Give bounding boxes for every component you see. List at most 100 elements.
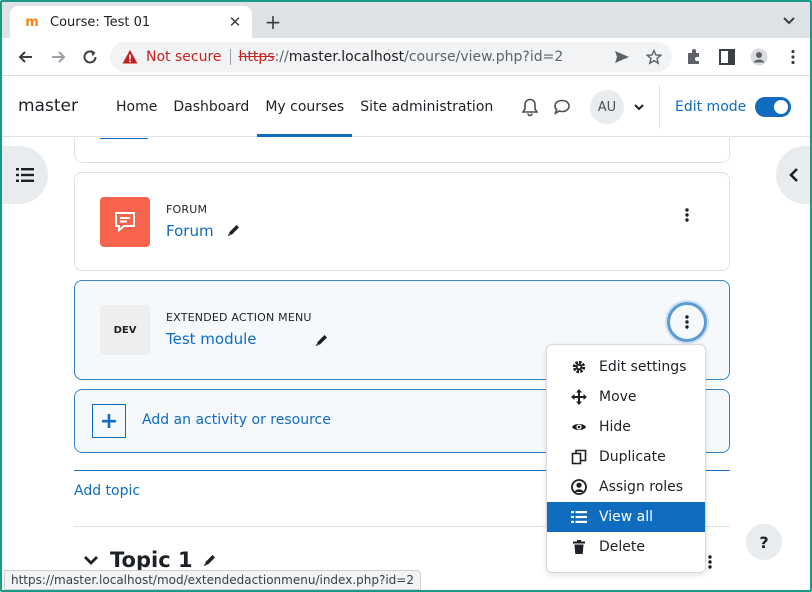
list-icon [16,168,34,182]
collapse-chevron-icon[interactable] [84,555,98,565]
menu-item-label: Move [599,389,637,405]
topic-title: Topic 1 [110,548,193,572]
plus-icon: + [92,404,126,438]
reload-button[interactable] [80,47,100,67]
user-circle-icon [571,479,587,495]
url-path: /course/view.php?id=2 [404,49,564,65]
navbar-divider [659,85,660,129]
help-button[interactable]: ? [746,524,782,560]
menu-item-assign-roles[interactable]: Assign roles [547,472,705,502]
activity-name[interactable]: Test module [166,330,257,348]
warning-icon [122,50,138,64]
pencil-icon[interactable] [227,223,241,237]
avatar: AU [590,90,624,124]
browser-window: m Course: Test 01 ✕ + Not secure https:/… [0,0,812,592]
tab-close-icon[interactable]: ✕ [226,13,244,31]
activity-action-menu: Edit settings Move Hide Duplicate Assign… [546,344,706,573]
dev-module-icon: DEV [100,305,150,355]
menu-item-duplicate[interactable]: Duplicate [547,442,705,472]
url-separator: :// [274,49,289,65]
nav-site-administration[interactable]: Site administration [352,77,501,137]
list-icon [571,509,587,525]
menu-item-delete[interactable]: Delete [547,532,705,562]
gear-icon [571,359,587,375]
menu-item-label: Assign roles [599,479,684,495]
tab-title: Course: Test 01 [50,14,151,30]
activity-type-label: EXTENDED ACTION MENU [166,311,312,324]
chat-bubble-icon [554,99,570,115]
edit-mode-label: Edit mode [675,99,747,115]
menu-item-view-all[interactable]: View all [547,502,705,532]
side-panel-icon[interactable] [718,48,736,66]
not-secure-label: Not secure [146,49,222,65]
status-bar-url: https://master.localhost/mod/extendedact… [4,570,421,590]
previous-activity-card [74,138,730,163]
menu-item-label: View all [599,509,654,525]
menu-item-hide[interactable]: Hide [547,412,705,442]
tab-search-chevron-icon[interactable] [780,11,798,29]
new-tab-button[interactable]: + [260,9,286,35]
bell-icon [521,98,539,117]
nav-messages[interactable] [552,77,572,137]
nav-my-courses[interactable]: My courses [257,77,353,137]
menu-item-label: Delete [599,539,645,555]
course-index-drawer-button[interactable] [2,146,48,204]
chevron-down-icon [634,104,644,111]
site-brand[interactable]: master [18,96,78,116]
pencil-icon[interactable] [315,333,329,347]
back-arrow-icon [18,51,32,63]
menu-item-label: Edit settings [599,359,687,375]
eye-icon [571,419,587,435]
copy-icon [571,449,587,465]
activity-card-forum: FORUM Forum [74,172,730,271]
navbar-divider-wrap [659,77,660,137]
menu-item-edit-settings[interactable]: Edit settings [547,352,705,382]
pencil-icon[interactable] [203,553,217,567]
activity-type-label: FORUM [166,203,208,216]
tab-strip: m Course: Test 01 ✕ + [2,2,810,38]
menu-item-label: Hide [599,419,631,435]
bookmark-star-icon[interactable] [646,49,662,65]
menu-item-move[interactable]: Move [547,382,705,412]
back-button[interactable] [16,47,36,67]
edit-mode-control[interactable]: Edit mode [675,77,792,137]
browser-tab[interactable]: m Course: Test 01 ✕ [10,6,252,38]
add-activity-label: Add an activity or resource [142,412,331,428]
activity-name-link[interactable]: Forum [166,222,241,240]
profile-icon[interactable] [750,48,768,66]
forum-glyph-icon [115,212,135,233]
nav-notifications[interactable] [520,77,540,137]
topic-header: Topic 1 [84,548,217,572]
user-menu[interactable]: AU [590,77,645,137]
omnibox-divider [229,49,231,65]
address-bar[interactable]: Not secure https://master.localhost/cour… [110,42,672,72]
move-arrows-icon [571,389,587,405]
reload-icon [83,50,97,64]
trash-icon [571,539,587,555]
previous-activity-icon-edge [100,138,148,139]
edit-mode-toggle[interactable] [755,97,792,117]
extensions-puzzle-icon[interactable] [685,48,703,66]
browser-menu-icon[interactable] [784,48,802,66]
add-topic-link[interactable]: Add topic [74,483,140,499]
forum-actions-menu-icon[interactable] [667,195,707,235]
forward-arrow-icon [52,51,66,63]
url-scheme: https [238,49,275,65]
forward-button[interactable] [48,47,68,67]
send-icon[interactable] [614,49,630,65]
moodle-favicon-icon: m [25,14,39,30]
primary-navigation: Home Dashboard My courses Site administr… [108,77,501,137]
test-module-actions-menu-icon[interactable] [667,302,707,342]
activity-name[interactable]: Forum [166,222,214,240]
block-drawer-button[interactable] [776,146,810,204]
nav-home[interactable]: Home [108,77,165,137]
menu-item-label: Duplicate [599,449,666,465]
topic-actions-menu-icon[interactable] [708,555,712,569]
url-host: master.localhost [288,49,405,65]
browser-toolbar: Not secure https://master.localhost/cour… [2,38,810,76]
url-text: https://master.localhost/course/view.php… [239,49,564,65]
forum-icon [100,197,150,247]
chevron-left-icon [789,168,798,182]
moodle-navbar: master Home Dashboard My courses Site ad… [2,77,810,137]
nav-dashboard[interactable]: Dashboard [165,77,257,137]
